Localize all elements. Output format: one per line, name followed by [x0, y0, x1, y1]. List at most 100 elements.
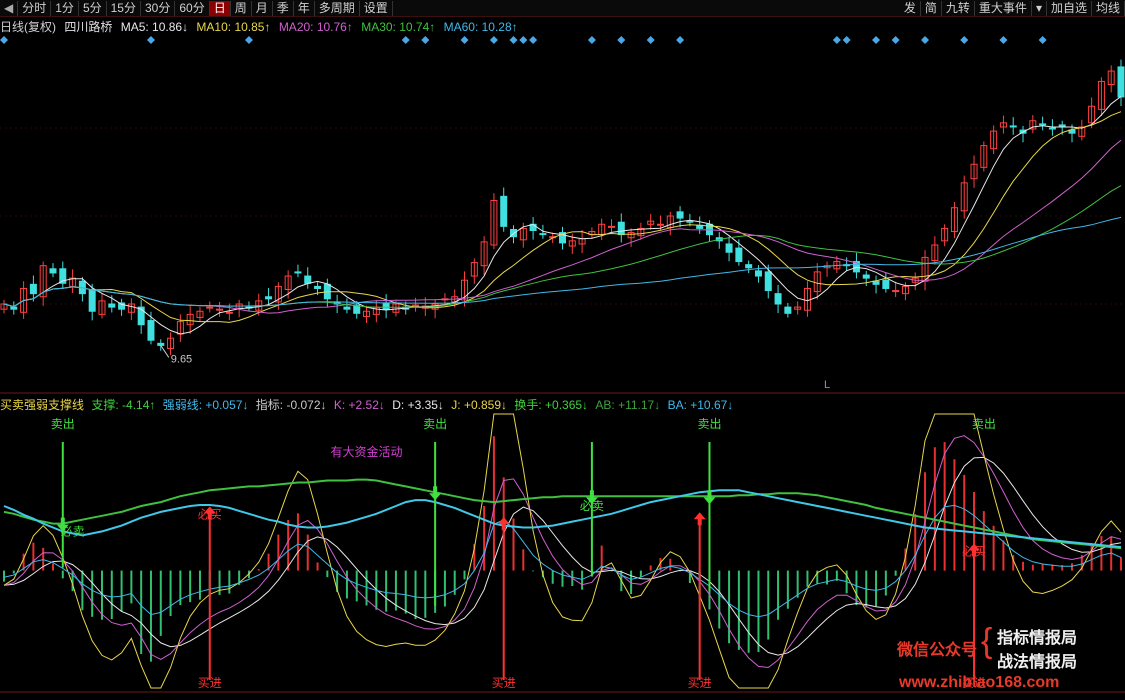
ma-line-ma5 [3, 96, 1122, 335]
toolbar-right-button-0[interactable]: 发 [900, 0, 921, 16]
signal-label-buy: 买进 [688, 676, 712, 690]
candle-body [862, 274, 870, 279]
candle-body [1117, 66, 1125, 98]
low-annotation-label: 9.65 [171, 353, 192, 365]
period-tab-5[interactable]: 60分 [175, 0, 210, 16]
candle-body [49, 268, 57, 274]
candle-body [764, 271, 772, 292]
support-value: 支撑: -4.14↑ [91, 398, 156, 412]
signal-diamond [999, 36, 1008, 44]
candle-body [412, 304, 420, 307]
signal-label-sell: 卖出 [697, 417, 721, 431]
signal-diamond [842, 36, 851, 44]
candle-body [147, 320, 155, 341]
candle-body [1009, 125, 1017, 128]
candle-body [382, 302, 390, 310]
period-tab-9[interactable]: 季 [273, 0, 294, 16]
l-marker: L [824, 379, 830, 391]
stock-chart[interactable]: 9.65L卖出 卖出 卖出 卖出有大资金活动必卖必卖必买必买买进 买进 买进 买进 [0, 0, 1125, 700]
toolbar-right-button-2[interactable]: 九转 [942, 0, 975, 16]
stock-name: 四川路桥 [64, 20, 113, 34]
signal-diamond [401, 36, 410, 44]
ma5-value: MA5: 10.86↓ [120, 20, 189, 34]
signal-diamond [960, 36, 969, 44]
signal-diamond [646, 36, 655, 44]
signal-diamond [460, 36, 469, 44]
chart-period: 日线(复权) [0, 20, 56, 34]
period-tab-2[interactable]: 5分 [79, 0, 107, 16]
ma-line-ma20 [3, 139, 1122, 314]
signal-diamond [529, 36, 538, 44]
signal-diamond [0, 36, 8, 44]
signal-label-must_buy: 必买 [962, 545, 986, 559]
toolbar-right-button-3[interactable]: 重大事件 [975, 0, 1032, 16]
candle-body [29, 283, 37, 295]
up-arrow-icon [497, 517, 510, 531]
signal-diamond [146, 36, 155, 44]
chevron-down-icon[interactable]: ▾ [1032, 0, 1047, 16]
signal-label-must_sell: 必卖 [580, 499, 604, 513]
ma20-value: MA20: 10.76↑ [278, 20, 353, 34]
candle-body [10, 306, 18, 310]
signal-diamond [617, 36, 626, 44]
candle-body [656, 223, 664, 226]
period-tab-7[interactable]: 周 [231, 0, 252, 16]
indicator-legend: 买卖强弱支撑线 支撑: -4.14↑ 强弱线: +0.057↓ 指标: -0.0… [0, 396, 737, 412]
candle-body [304, 275, 312, 284]
toolbar-right: 发简九转 重大事件 ▾ 加自选 均线 [900, 0, 1125, 16]
candle-body [617, 221, 625, 236]
signal-diamond [509, 36, 518, 44]
period-tab-10[interactable]: 年 [294, 0, 315, 16]
signal-label-fund: 有大资金活动 [331, 444, 403, 459]
period-tab-1[interactable]: 1分 [51, 0, 79, 16]
ab-value: AB: +11.17↓ [595, 398, 661, 412]
toolbar-right-button-4[interactable]: 加自选 [1047, 0, 1092, 16]
toolbar-right-button-1[interactable]: 简 [921, 0, 942, 16]
period-tab-8[interactable]: 月 [252, 0, 273, 16]
signal-diamond [921, 36, 930, 44]
period-tab-12[interactable]: 设置 [360, 0, 393, 16]
candle-body [1048, 127, 1056, 130]
period-tab-11[interactable]: 多周期 [315, 0, 360, 16]
candle-body [735, 247, 743, 263]
candle-body [882, 279, 890, 289]
ba-value: BA: +10.67↓ [667, 398, 734, 412]
candle-body [206, 306, 214, 309]
candle-body [500, 195, 508, 227]
watermark-url: www.zhibiao168.com [899, 674, 1060, 691]
period-tab-3[interactable]: 15分 [107, 0, 141, 16]
signal-label-buy: 买进 [198, 676, 222, 690]
signal-label-buy: 买进 [492, 676, 516, 690]
candle-body [754, 270, 762, 277]
toolbar-prev-button[interactable]: ◀ [0, 0, 19, 16]
signal-diamond [587, 36, 596, 44]
signal-diamond [244, 36, 253, 44]
k-value: K: +2.52↓ [333, 398, 385, 412]
candle-body [294, 271, 302, 274]
candle-body [157, 342, 165, 346]
candle-body [784, 306, 792, 314]
period-tab-6[interactable]: 日 [209, 0, 231, 16]
candle-body [343, 306, 351, 310]
signal-label-sell: 卖出 [51, 417, 75, 431]
candle-body [539, 233, 547, 236]
candle-body [265, 296, 273, 300]
candle-body [725, 243, 733, 253]
signal-diamond [421, 36, 430, 44]
turnover-value: 换手: +0.365↓ [514, 398, 589, 412]
period-tab-4[interactable]: 30分 [141, 0, 176, 16]
ma-legend: 日线(复权) 四川路桥 MA5: 10.86↓ MA10: 10.85↑ MA2… [0, 18, 523, 34]
watermark-prefix: 微信公众号 [897, 642, 978, 659]
signal-label-must_sell: 必卖 [61, 525, 85, 539]
toolbar-right-button-5[interactable]: 均线 [1092, 0, 1125, 16]
signal-diamond [489, 36, 498, 44]
signal-diamond [891, 36, 900, 44]
period-tab-0[interactable]: 分时 [18, 0, 52, 16]
candle-body [745, 264, 753, 269]
watermark-line-1: 指标情报局 [997, 630, 1078, 647]
index-value: 指标: -0.072↓ [255, 398, 327, 412]
signal-diamond [519, 36, 528, 44]
candle-body [88, 289, 96, 312]
candle-body [225, 311, 233, 314]
candle-body [108, 303, 116, 308]
